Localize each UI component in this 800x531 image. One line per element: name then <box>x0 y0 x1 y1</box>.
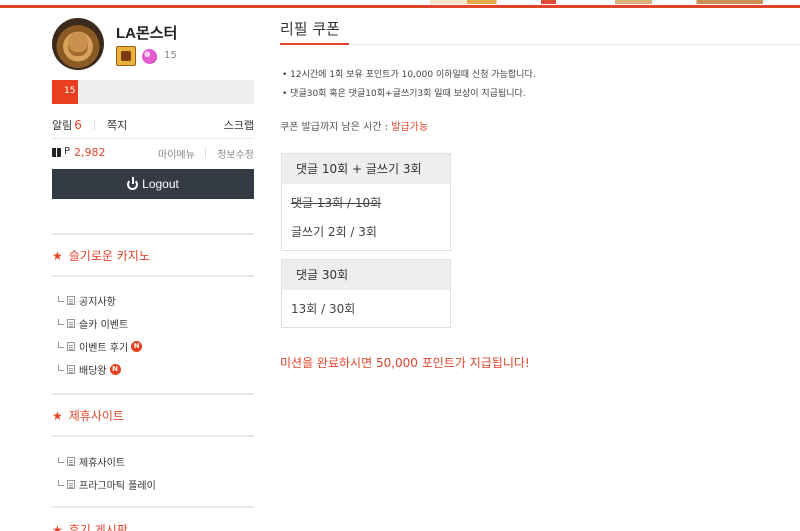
mission-box-title: 댓글 30회 <box>282 260 450 290</box>
tree-branch-icon <box>58 296 64 302</box>
menu-item-event[interactable]: 슬카 이벤트 <box>58 316 128 331</box>
menu-item-label: 슬카 이벤트 <box>79 320 129 331</box>
mission-box-comments: 댓글 30회 13회 / 30회 <box>281 259 451 328</box>
page-title[interactable]: 리필 쿠폰 <box>280 18 340 39</box>
notice-line-1: • 12시간에 1회 보유 포인트가 10,000 이하일때 신청 가능합니다. <box>282 70 536 80</box>
tree-branch-icon <box>58 365 64 371</box>
menu-item-label: 공지사항 <box>79 297 116 308</box>
new-badge: N <box>109 364 121 375</box>
star-icon: ★ <box>52 409 63 423</box>
notice-line-2: • 댓글30회 혹은 댓글10회+글쓰기3회 일때 보상이 지급됩니다. <box>282 89 526 99</box>
menu-item-label: 프라그마틱 플레이 <box>79 481 156 492</box>
new-badge: N <box>131 341 143 352</box>
document-icon <box>67 342 75 351</box>
menu-item-label: 제휴사이트 <box>79 458 125 469</box>
divider <box>52 138 254 139</box>
level-badge-icon <box>116 46 136 66</box>
document-icon <box>67 365 75 374</box>
username: LA몬스터 <box>116 25 178 42</box>
tree-branch-icon <box>58 319 64 325</box>
reward-message: 미션을 완료하시면 50,000 포인트가 지급됩니다! <box>280 356 530 370</box>
mission-box-title: 댓글 10회 + 글쓰기 3회 <box>282 154 450 184</box>
section-title-text: 슬기로운 카지노 <box>68 249 150 263</box>
separator <box>94 119 95 130</box>
menu-item-pragmatic-play[interactable]: 프라그마틱 플레이 <box>58 477 156 492</box>
alarm-label: 알림 <box>52 119 73 132</box>
gift-icon <box>52 146 61 157</box>
point-prefix: P <box>64 146 71 157</box>
menu-item-label: 배당왕 <box>79 366 107 377</box>
menu-item-notice[interactable]: 공지사항 <box>58 293 116 308</box>
section-title-text: 제휴사이트 <box>68 409 124 423</box>
mission-progress-posts: 글쓰기 2회 / 3회 <box>291 225 377 239</box>
title-rule <box>280 44 800 45</box>
account-links-row: 알림 6 쪽지 스크랩 <box>52 115 254 133</box>
edit-profile-link[interactable]: 정보수정 <box>217 146 254 161</box>
alarm-count: 6 <box>74 118 82 132</box>
active-tab-underline <box>280 43 349 45</box>
section-divider <box>52 233 254 235</box>
tree-branch-icon <box>58 480 64 486</box>
document-icon <box>67 319 75 328</box>
point-value: 2,982 <box>74 146 106 159</box>
section-divider <box>52 435 254 437</box>
mymenu-link[interactable]: 마이메뉴 <box>158 146 195 161</box>
document-icon <box>67 480 75 489</box>
note-link[interactable]: 쪽지 <box>107 117 127 133</box>
logout-button[interactable]: Logout <box>52 169 254 199</box>
menu-item-dividend-king[interactable]: 배당왕 N <box>58 362 121 377</box>
section-title-reviews[interactable]: ★ 후기 게시판 <box>52 521 128 531</box>
level-number: 15 <box>164 50 177 61</box>
top-banner-strip <box>0 0 800 8</box>
section-divider <box>52 393 254 395</box>
top-accent-line <box>0 5 800 8</box>
star-icon: ★ <box>52 249 63 263</box>
power-icon <box>127 176 139 190</box>
timer-label: 쿠폰 발급까지 남은 시간 : <box>280 122 389 133</box>
section-title-casino[interactable]: ★ 슬기로운 카지노 <box>52 247 150 264</box>
menu-item-event-review[interactable]: 이벤트 후기 N <box>58 339 143 354</box>
point-row: P 2,982 마이메뉴 정보수정 <box>52 146 254 162</box>
banner-thumbnails[interactable] <box>430 0 800 4</box>
coupon-timer: 쿠폰 발급까지 남은 시간 : 발급가능 <box>280 118 428 133</box>
mission-progress-comments: 댓글 13회 / 10회 <box>291 196 382 210</box>
section-title-text: 후기 게시판 <box>68 523 128 531</box>
exp-progress-text: 15 <box>64 86 76 96</box>
scrap-link[interactable]: 스크랩 <box>224 117 254 133</box>
section-title-partners[interactable]: ★ 제휴사이트 <box>52 407 124 424</box>
star-icon: ★ <box>52 523 63 531</box>
document-icon <box>67 457 75 466</box>
menu-item-label: 이벤트 후기 <box>79 343 129 354</box>
mission-progress-comments: 13회 / 30회 <box>291 302 356 316</box>
level-orb-icon <box>142 49 157 64</box>
tree-branch-icon <box>58 342 64 348</box>
timer-value: 발급가능 <box>391 122 429 133</box>
exp-progress-bar: 15 <box>52 80 254 104</box>
mission-box-combo: 댓글 10회 + 글쓰기 3회 댓글 13회 / 10회 글쓰기 2회 / 3회 <box>281 153 451 251</box>
tree-branch-icon <box>58 457 64 463</box>
alarm-link[interactable]: 알림 6 <box>52 117 82 133</box>
logout-label: Logout <box>142 177 179 191</box>
section-divider <box>52 506 254 508</box>
menu-item-partner-site[interactable]: 제휴사이트 <box>58 454 125 469</box>
avatar[interactable] <box>52 18 104 70</box>
separator <box>205 148 206 158</box>
document-icon <box>67 296 75 305</box>
section-divider <box>52 275 254 277</box>
